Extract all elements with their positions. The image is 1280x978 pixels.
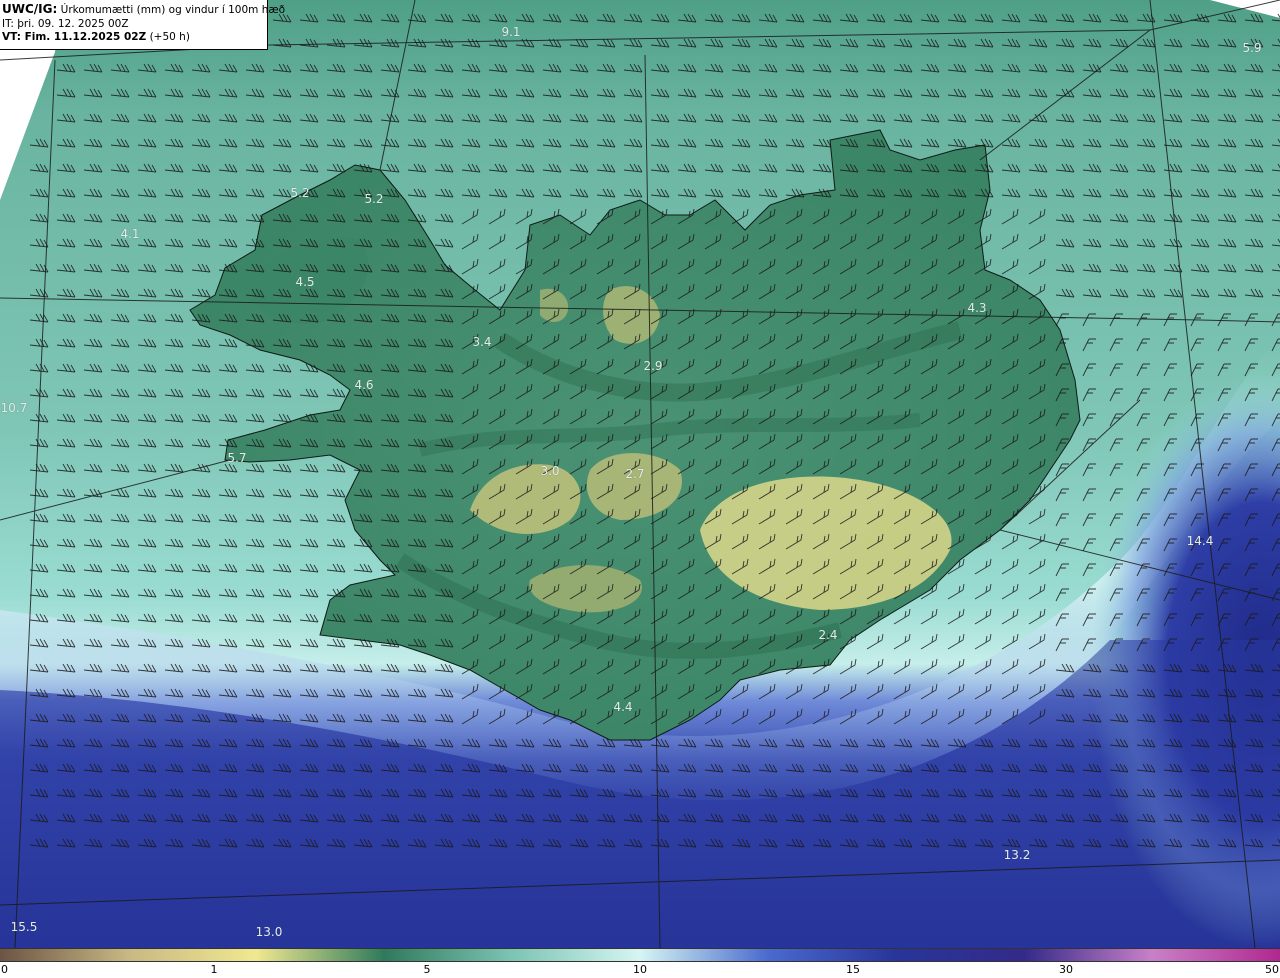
map-title: Úrkomumætti (mm) og vindur í 100m hæð	[60, 4, 286, 16]
precip-value-label: 2.9	[643, 359, 663, 373]
issue-time: þri. 09. 12. 2025 00Z	[17, 17, 129, 30]
precip-value-label: 5.2	[364, 192, 384, 206]
precipitation-map[interactable]: 9.1 5.9 5.2 4.1 5.2 4.5 4.3 3.4 2.9 4.6 10.7 5.7 3.0…	[0, 0, 1280, 948]
colorbar-strip	[0, 948, 1280, 962]
precip-value-label: 3.0	[540, 464, 560, 478]
valid-time-line: VT: Fim. 11.12.2025 02Z (+50 h)	[2, 31, 265, 45]
precip-value-label: 4.5	[295, 275, 315, 289]
precip-value-label: 13.2	[1003, 848, 1031, 862]
colorbar-tick: 0	[1, 963, 8, 976]
lead-time: (+50 h)	[149, 31, 190, 43]
precip-value-label: 4.3	[967, 301, 987, 315]
colorbar-tick: 30	[1059, 963, 1073, 976]
precip-value-label: 5.9	[1242, 41, 1262, 55]
precip-value-label: 2.7	[625, 467, 645, 481]
precip-value-label: 5.2	[290, 186, 310, 200]
precip-value-label: 9.1	[501, 25, 521, 39]
valid-time: VT: Fim. 11.12.2025 02Z	[2, 31, 147, 43]
precip-value-label: 14.4	[1186, 534, 1214, 548]
precip-value-label: 4.6	[354, 378, 374, 392]
precip-value-label: 2.4	[818, 628, 838, 642]
colorbar-tick: 15	[846, 963, 860, 976]
info-box: UWC/IG: Úrkomumætti (mm) og vindur í 100…	[0, 0, 285, 50]
precip-value-label: 3.4	[472, 335, 492, 349]
colorbar-tick: 1	[210, 963, 218, 976]
precip-value-label: 5.7	[227, 451, 247, 465]
issue-time-prefix: IT:	[2, 17, 14, 30]
precip-value-label: 4.1	[120, 227, 140, 241]
precip-value-label: 4.4	[613, 700, 633, 714]
colorbar-tick: 50	[1265, 963, 1279, 976]
precip-value-label: 13.0	[255, 925, 283, 939]
issue-time-line: IT: þri. 09. 12. 2025 00Z	[2, 18, 265, 32]
precip-value-label: 15.5	[10, 920, 38, 934]
model-name: UWC/IG:	[2, 2, 58, 16]
title-line: UWC/IG: Úrkomumætti (mm) og vindur í 100…	[2, 2, 285, 18]
precip-value-label: 10.7	[0, 401, 28, 415]
colorbar-tick: 5	[423, 963, 431, 976]
colorbar: 0 1 5 10 15 30 50	[0, 948, 1280, 978]
colorbar-tick: 10	[633, 963, 647, 976]
